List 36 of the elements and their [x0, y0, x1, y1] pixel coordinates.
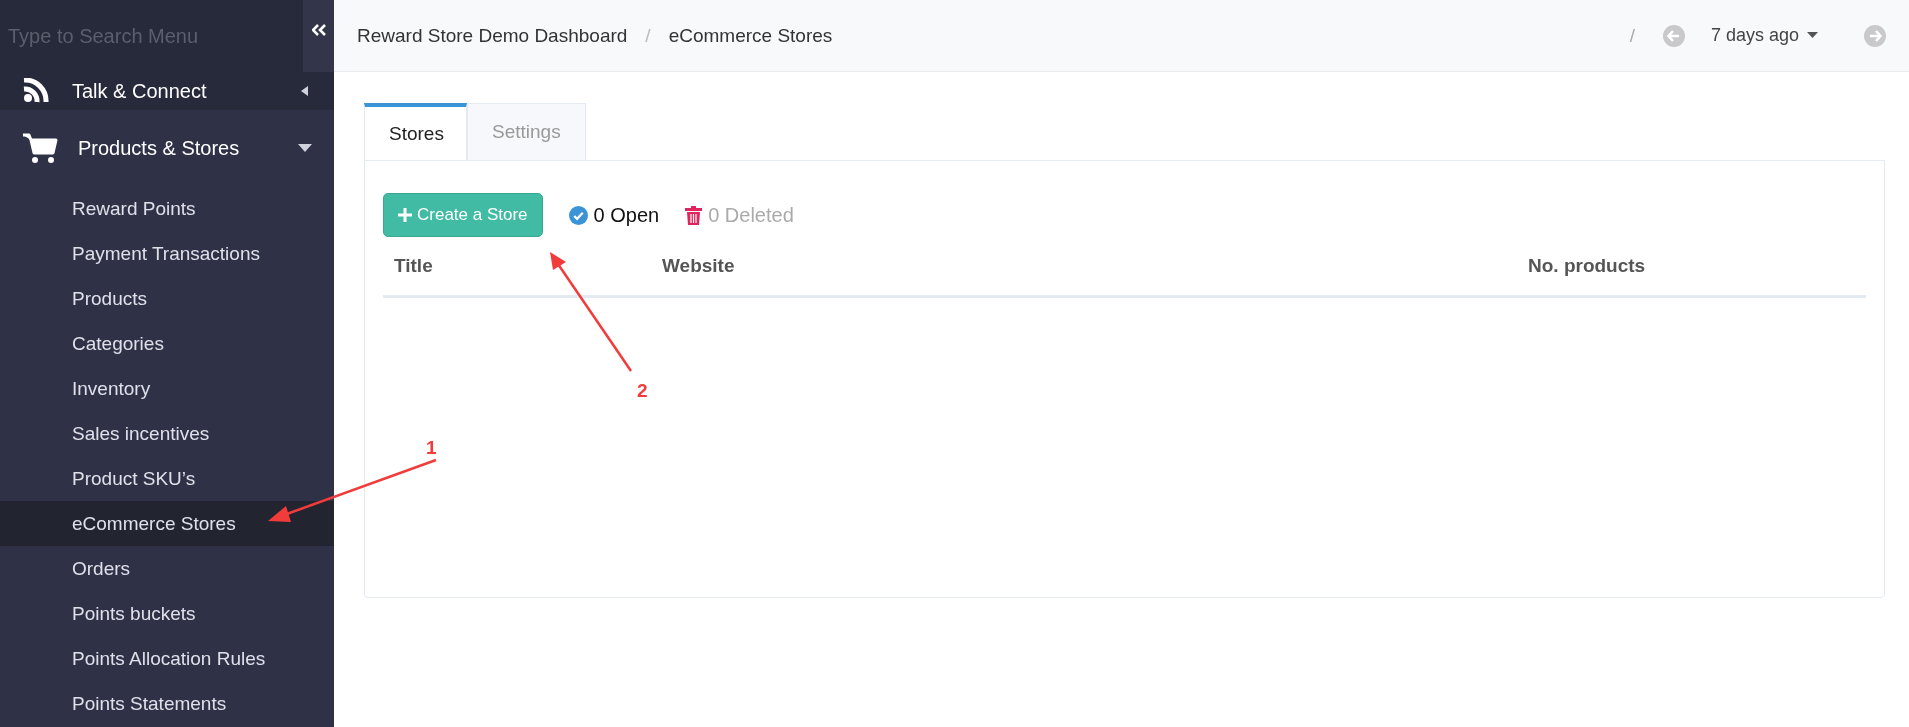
menu-item[interactable]: Sales incentives: [0, 411, 334, 456]
separator: /: [1629, 24, 1635, 47]
caret-down-icon: [1807, 32, 1818, 39]
arrow-left-circle-icon[interactable]: [1662, 24, 1685, 47]
date-range-dropdown[interactable]: 7 days ago: [1702, 25, 1846, 46]
menu-item[interactable]: Categories: [0, 321, 334, 366]
column-header: No. products: [1527, 255, 1646, 277]
annotation-number: 2: [637, 380, 648, 402]
double-chevron-left-icon: [311, 24, 326, 36]
menu-item[interactable]: Products: [0, 276, 334, 321]
menu-section[interactable]: Talk & Connect: [0, 72, 334, 110]
menu-item[interactable]: eCommerce Stores: [0, 501, 334, 546]
column-header: Title: [393, 255, 434, 277]
menu-item[interactable]: Points Statements: [0, 681, 334, 726]
caret-down-icon: [298, 143, 312, 153]
trash-icon: [685, 205, 703, 225]
column-header: Website: [661, 255, 736, 277]
collapse-sidebar-button[interactable]: [303, 0, 334, 72]
plus-icon: [398, 208, 412, 222]
check-circle-icon: [568, 205, 588, 225]
menu-item[interactable]: Orders: [0, 546, 334, 591]
annotation-number: 1: [426, 437, 437, 459]
menu-item[interactable]: Reward Points: [0, 186, 334, 231]
breadcrumb-item[interactable]: Reward Store Demo Dashboard: [357, 24, 628, 47]
menu-section[interactable]: Products & Stores: [0, 110, 334, 186]
menu-item[interactable]: Payment Transactions: [0, 231, 334, 276]
menu-item[interactable]: Inventory: [0, 366, 334, 411]
tab[interactable]: Stores: [364, 103, 467, 160]
menu-item[interactable]: Points Allocation Rules: [0, 636, 334, 681]
menu-item[interactable]: Points buckets: [0, 591, 334, 636]
breadcrumb-separator: /: [645, 24, 651, 47]
arrow-right-circle-icon[interactable]: [1864, 24, 1886, 47]
open-count[interactable]: 0 Open: [593, 203, 660, 227]
menu-item[interactable]: Product SKU’s: [0, 456, 334, 501]
breadcrumb-item[interactable]: eCommerce Stores: [668, 24, 833, 47]
shopping-cart-icon: [22, 132, 58, 164]
